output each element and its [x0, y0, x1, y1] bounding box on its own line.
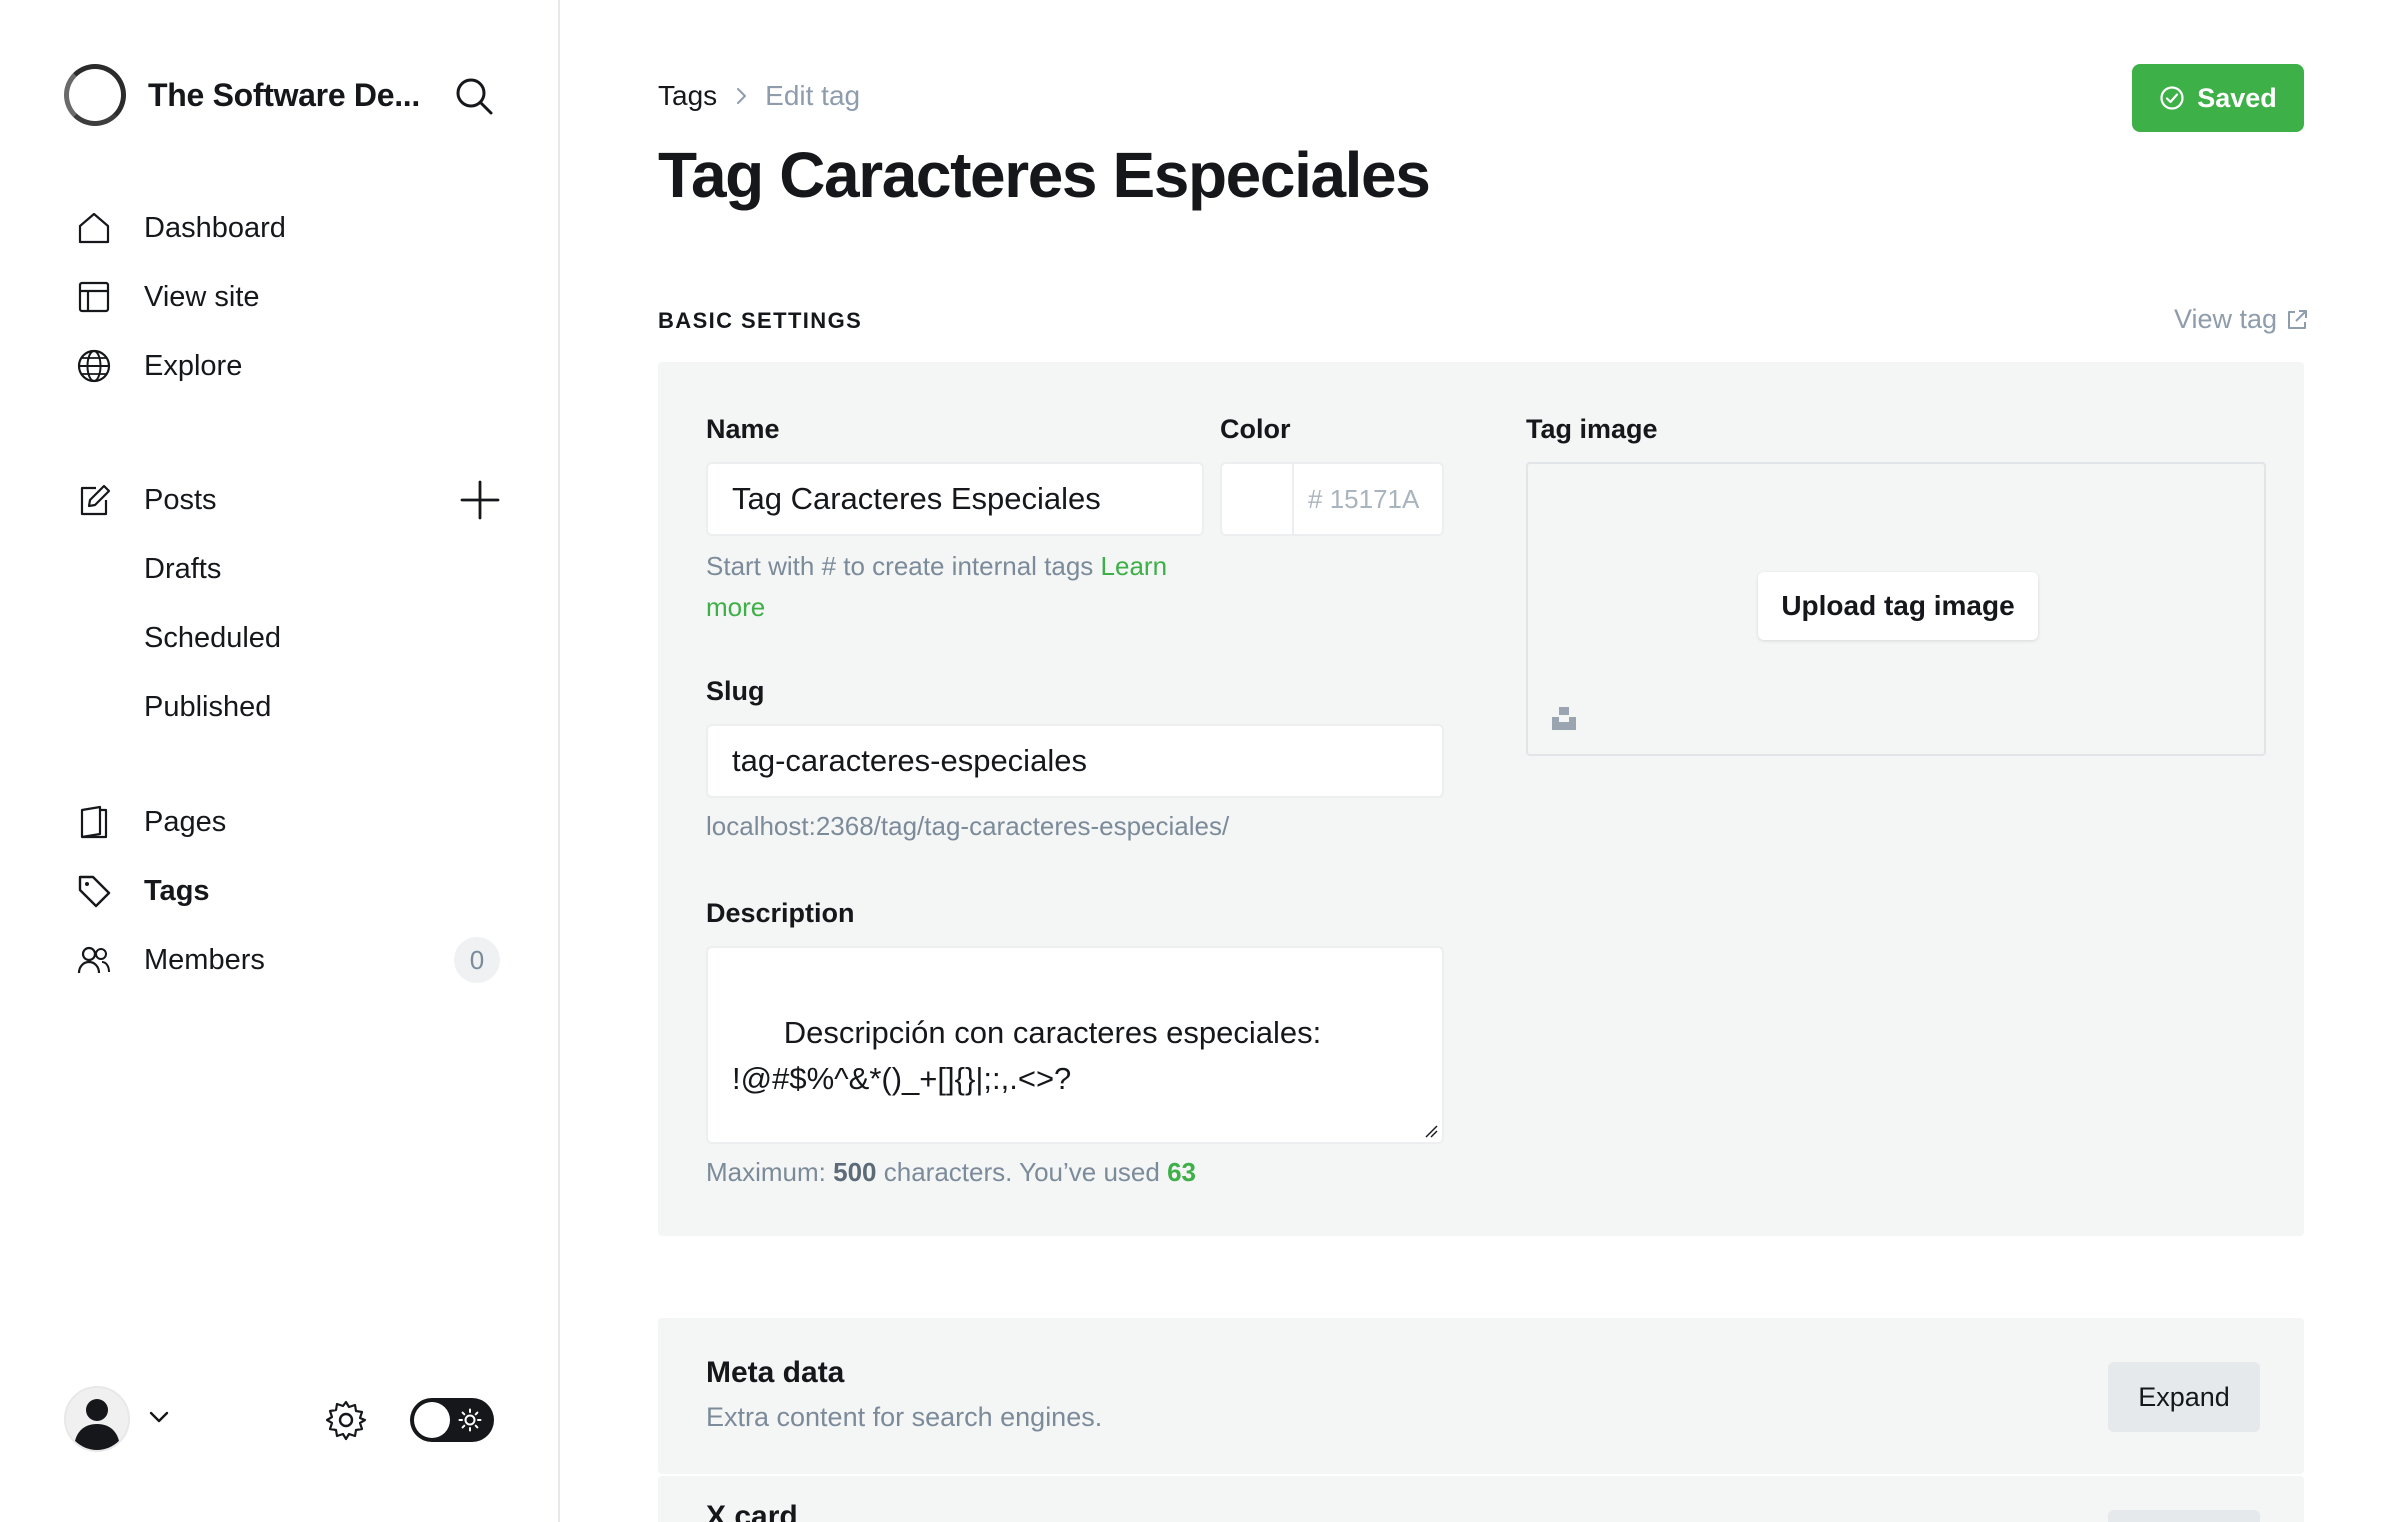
- sidebar-item-label: Dashboard: [144, 211, 286, 244]
- sidebar-item-view-site[interactable]: View site: [74, 269, 514, 325]
- x-card-section: X card: [658, 1476, 2304, 1522]
- home-icon: [74, 208, 114, 248]
- check-circle-icon: [2160, 86, 2184, 110]
- sidebar-item-posts[interactable]: Posts: [74, 472, 514, 528]
- chevron-down-icon[interactable]: [144, 1402, 174, 1432]
- sidebar-item-members[interactable]: Members 0: [74, 932, 514, 988]
- name-hint: Start with # to create internal tags Lea…: [706, 546, 1226, 628]
- chevron-right-icon: [737, 88, 747, 104]
- layout-icon: [74, 277, 114, 317]
- description-textarea[interactable]: Descripción con caracteres especiales: !…: [706, 946, 1444, 1144]
- tag-image-dropzone[interactable]: Upload tag image: [1526, 462, 2266, 756]
- sidebar-item-label: Scheduled: [144, 621, 282, 654]
- color-swatch[interactable]: [1222, 464, 1294, 534]
- saved-label: Saved: [2197, 82, 2277, 113]
- description-value: Descripción con caracteres especiales: !…: [732, 1015, 1322, 1096]
- meta-data-title: Meta data: [706, 1356, 845, 1389]
- description-label: Description: [706, 898, 855, 928]
- sidebar-item-scheduled[interactable]: Scheduled: [74, 610, 514, 666]
- slug-url-hint: localhost:2368/tag/tag-caracteres-especi…: [706, 811, 1230, 841]
- tag-image-label: Tag image: [1526, 414, 1658, 444]
- x-card-title: X card: [706, 1500, 798, 1522]
- gear-icon[interactable]: [324, 1398, 368, 1442]
- color-hex-placeholder: # 15171A: [1308, 484, 1420, 514]
- section-heading: BASIC SETTINGS: [658, 308, 863, 333]
- sidebar-item-pages[interactable]: Pages: [74, 794, 514, 850]
- name-hint-text: Start with # to create internal tags: [706, 551, 1094, 581]
- view-tag-label: View tag: [2174, 304, 2278, 334]
- site-title: The Software De...: [148, 76, 420, 113]
- external-link-icon: [2288, 309, 2308, 329]
- sidebar-item-label: View site: [144, 280, 260, 313]
- globe-icon: [74, 346, 114, 386]
- sidebar-item-published[interactable]: Published: [74, 679, 514, 735]
- resize-handle-icon[interactable]: [1422, 1122, 1438, 1138]
- basic-settings-panel: Name Tag Caracteres Especiales Start wit…: [658, 362, 2304, 1236]
- sidebar-item-label: Published: [144, 690, 272, 723]
- name-input[interactable]: Tag Caracteres Especiales: [706, 462, 1204, 536]
- site-logo-icon: [64, 64, 126, 126]
- page-icon: [74, 802, 114, 842]
- sidebar-item-tags[interactable]: Tags: [74, 863, 514, 919]
- upload-tag-image-button[interactable]: Upload tag image: [1758, 572, 2038, 640]
- breadcrumb-current: Edit tag: [765, 80, 861, 111]
- meta-data-section: Meta data Extra content for search engin…: [658, 1318, 2304, 1474]
- toggle-knob: [414, 1402, 450, 1438]
- breadcrumb-tags-link[interactable]: Tags: [658, 80, 717, 112]
- theme-toggle[interactable]: [410, 1398, 494, 1442]
- breadcrumb: Tags Edit tag: [658, 80, 860, 112]
- meta-data-subtitle: Extra content for search engines.: [706, 1402, 1103, 1432]
- sidebar-item-label: Tags: [144, 874, 210, 907]
- sidebar-item-label: Pages: [144, 805, 227, 838]
- sidebar-item-drafts[interactable]: Drafts: [74, 541, 514, 597]
- description-counter: Maximum: 500 characters. You’ve used 63: [706, 1157, 1196, 1187]
- slug-label: Slug: [706, 676, 765, 706]
- page-title: Tag Caracteres Especiales: [658, 139, 1431, 211]
- x-card-expand-button[interactable]: [2108, 1510, 2260, 1522]
- meta-expand-button[interactable]: Expand: [2108, 1362, 2260, 1432]
- view-tag-link[interactable]: View tag: [2174, 304, 2309, 335]
- search-icon[interactable]: [452, 74, 496, 118]
- members-count-badge: 0: [454, 937, 500, 983]
- unsplash-icon[interactable]: [1550, 704, 1578, 732]
- sun-icon: [458, 1408, 482, 1432]
- site-brand[interactable]: The Software De...: [64, 64, 420, 126]
- sidebar-item-dashboard[interactable]: Dashboard: [74, 200, 514, 256]
- sidebar-item-label: Members: [144, 943, 265, 976]
- sidebar-item-label: Explore: [144, 349, 243, 382]
- sidebar: The Software De... Dashboard View site E…: [0, 0, 560, 1522]
- user-avatar[interactable]: [64, 1386, 130, 1452]
- new-post-plus-icon[interactable]: [456, 476, 504, 524]
- sidebar-item-explore[interactable]: Explore: [74, 338, 514, 394]
- tag-icon: [74, 871, 114, 911]
- members-icon: [74, 940, 114, 980]
- sidebar-footer: [64, 1384, 504, 1456]
- sidebar-item-label: Posts: [144, 483, 217, 516]
- saved-button[interactable]: Saved: [2132, 64, 2304, 132]
- sidebar-item-label: Drafts: [144, 552, 222, 585]
- edit-icon: [74, 480, 114, 520]
- name-label: Name: [706, 414, 780, 444]
- color-input[interactable]: # 15171A: [1220, 462, 1444, 536]
- main-content: Tags Edit tag Tag Caracteres Especiales …: [562, 0, 2400, 1522]
- color-label: Color: [1220, 414, 1291, 444]
- slug-input[interactable]: tag-caracteres-especiales: [706, 724, 1444, 798]
